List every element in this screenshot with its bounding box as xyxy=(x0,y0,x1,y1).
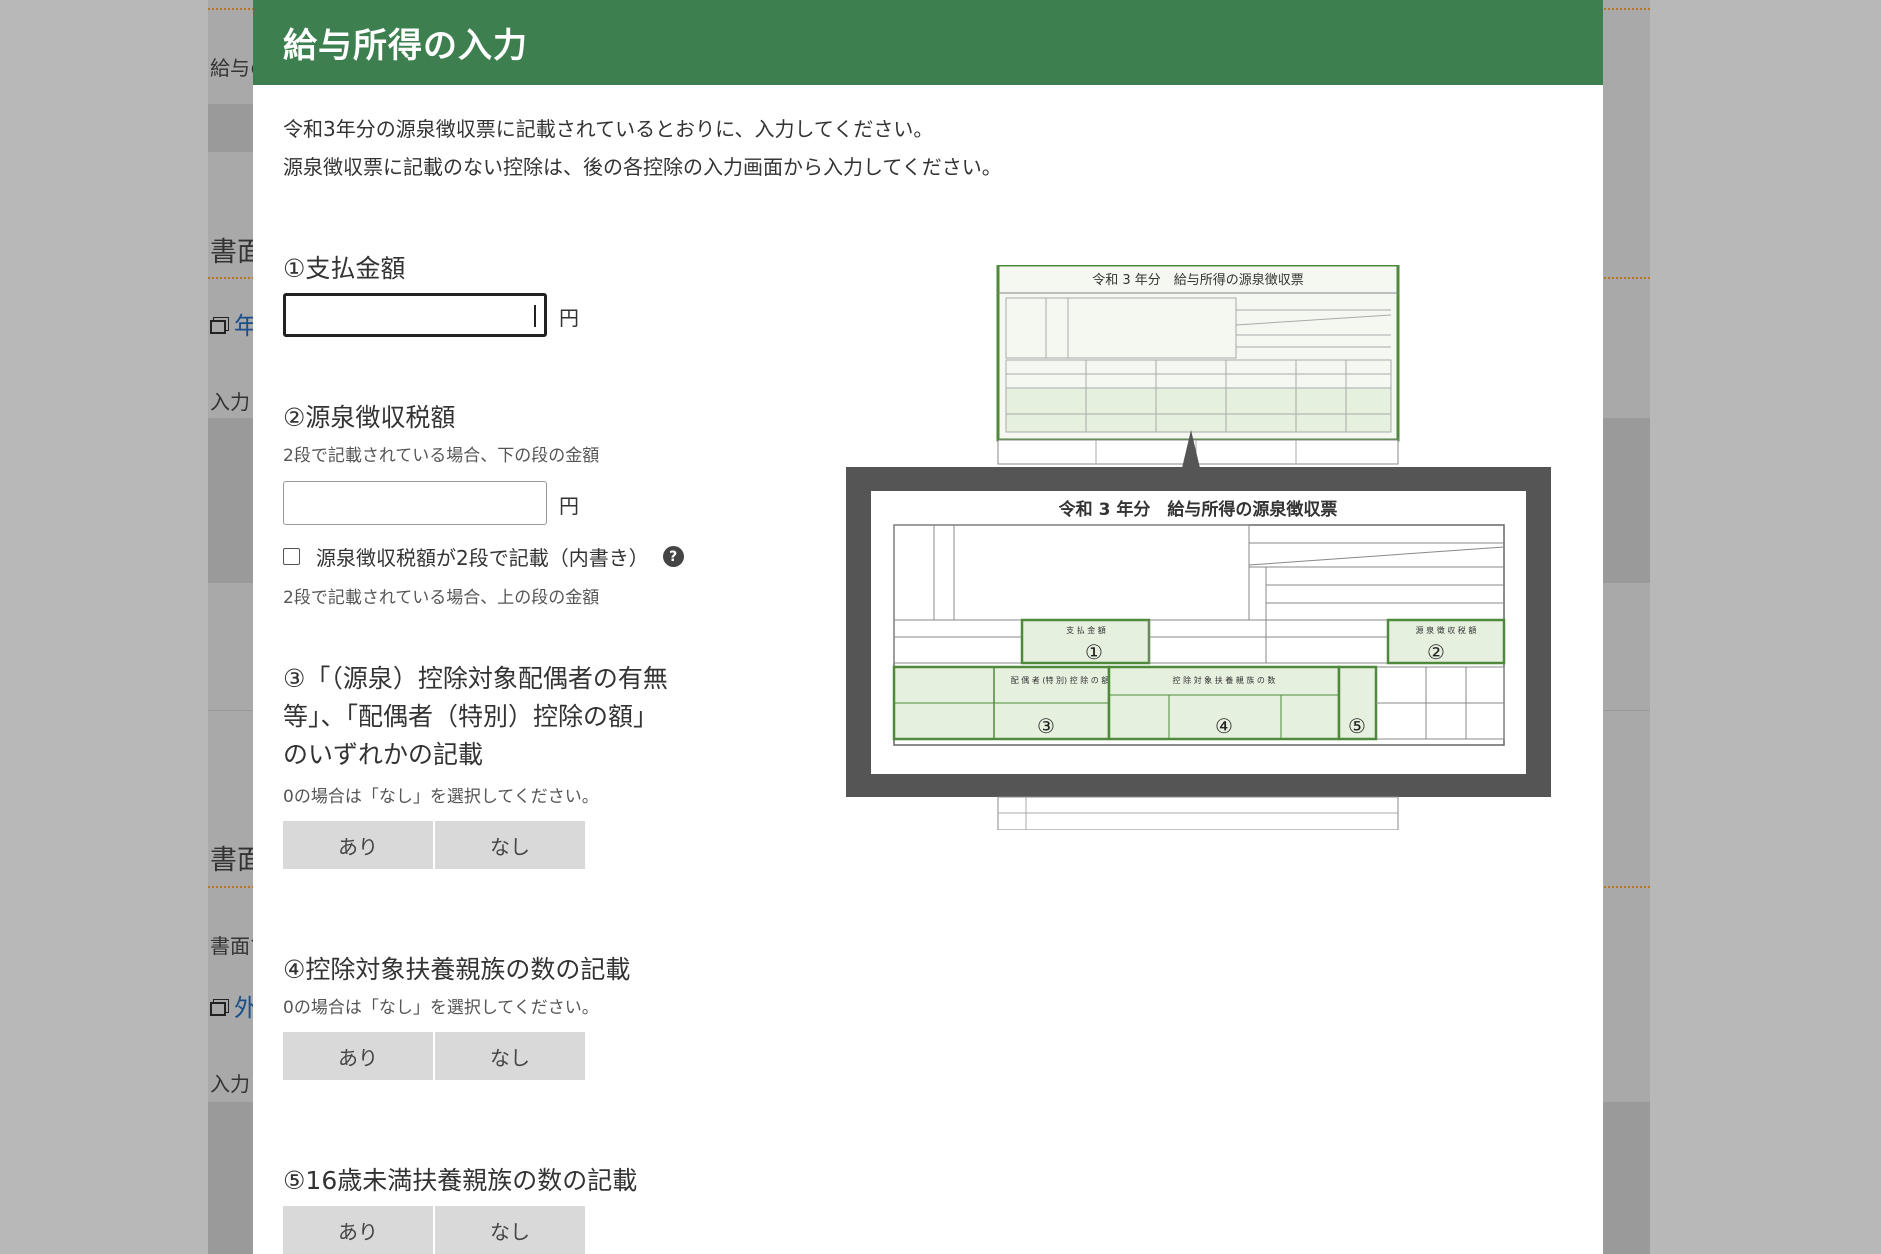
under16-no-button[interactable]: なし xyxy=(435,1206,585,1254)
small-slip-header: 令和 3 年分 給与所得の源泉徴収票 xyxy=(1092,272,1304,288)
withholding-tax-input[interactable] xyxy=(283,481,547,525)
dependents-hint: 0の場合は「なし」を選択してください。 xyxy=(283,998,599,1018)
zoom-slip-header: 令和 3 年分 給与所得の源泉徴収票 xyxy=(1059,499,1338,520)
spouse-deduction-choice: あり なし xyxy=(283,821,585,869)
spouse-no-button[interactable]: なし xyxy=(435,821,585,869)
marker-4: ④ xyxy=(1215,714,1233,738)
small-slip: 令和 3 年分 給与所得の源泉徴収票 xyxy=(996,265,1400,465)
modal-intro: 令和3年分の源泉徴収票に記載されているとおりに、入力してください。 源泉徴収票に… xyxy=(283,110,1002,186)
tax-box-label: 源 泉 徴 収 税 額 xyxy=(1416,625,1477,635)
marker-5: ⑤ xyxy=(1348,714,1366,738)
two-tier-checkbox-row: 源泉徴収税額が2段で記載（内書き） ? xyxy=(283,542,684,571)
marker-1: ① xyxy=(1085,640,1103,664)
spouse-yes-button[interactable]: あり xyxy=(283,821,433,869)
two-tier-hint: 2段で記載されている場合、上の段の金額 xyxy=(283,588,600,608)
withholding-slip-illustration: 令和 3 年分 給与所得の源泉徴収票 令和 3 年分 給与所得の源泉徴収票 支 … xyxy=(846,265,1551,830)
background-label: 入力 xyxy=(210,390,250,414)
marker-3: ③ xyxy=(1037,714,1055,738)
help-icon[interactable]: ? xyxy=(662,546,684,567)
dependents-no-button[interactable]: なし xyxy=(435,1032,585,1080)
under16-yes-button[interactable]: あり xyxy=(283,1206,433,1254)
intro-line: 源泉徴収票に記載のない控除は、後の各控除の入力画面から入力してください。 xyxy=(283,155,1002,179)
modal-title: 給与所得の入力 xyxy=(283,26,528,66)
spouse-box-label: 配 偶 者 (特 別) 控 除 の 額 xyxy=(1011,675,1110,685)
dependents-box-label: 控 除 対 象 扶 養 親 族 の 数 xyxy=(1173,675,1276,685)
background-link: 年 xyxy=(210,306,258,341)
spouse-deduction-hint: 0の場合は「なし」を選択してください。 xyxy=(283,787,599,807)
title-line: 等」、「配偶者（特別）控除の額」 xyxy=(283,702,659,731)
marker-2: ② xyxy=(1427,640,1445,664)
intro-line: 令和3年分の源泉徴収票に記載されているとおりに、入力してください。 xyxy=(283,117,934,141)
yen-unit: 円 xyxy=(559,494,579,518)
payment-amount-title: ①支払金額 xyxy=(283,254,406,283)
background-link: 外 xyxy=(210,988,258,1023)
under16-choice: あり なし xyxy=(283,1206,585,1254)
withholding-tax-hint: 2段で記載されている場合、下の段の金額 xyxy=(283,446,600,466)
background-label: 入力 xyxy=(210,1072,250,1096)
spouse-deduction-title: ③「（源泉）控除対象配偶者の有無 等」、「配偶者（特別）控除の額」 のいずれかの… xyxy=(283,660,703,774)
dependents-yes-button[interactable]: あり xyxy=(283,1032,433,1080)
yen-unit: 円 xyxy=(559,306,579,330)
title-line: ③「（源泉）控除対象配偶者の有無 xyxy=(283,664,668,693)
window-icon xyxy=(210,320,226,334)
window-icon xyxy=(210,1002,226,1016)
background-button xyxy=(208,104,256,152)
under16-title: ⑤16歳未満扶養親族の数の記載 xyxy=(283,1166,638,1195)
two-tier-checkbox-label[interactable]: 源泉徴収税額が2段で記載（内書き） xyxy=(316,542,649,571)
dependents-title: ④控除対象扶養親族の数の記載 xyxy=(283,955,631,984)
two-tier-checkbox[interactable] xyxy=(283,548,300,565)
payment-box-label: 支 払 金 額 xyxy=(1066,625,1106,635)
modal-header: 給与所得の入力 xyxy=(253,0,1603,85)
payment-amount-input[interactable] xyxy=(283,293,547,337)
withholding-tax-title: ②源泉徴収税額 xyxy=(283,403,456,432)
dependents-choice: あり なし xyxy=(283,1032,585,1080)
salary-income-modal: 給与所得の入力 令和3年分の源泉徴収票に記載されているとおりに、入力してください… xyxy=(253,0,1603,1254)
title-line: のいずれかの記載 xyxy=(283,740,484,769)
